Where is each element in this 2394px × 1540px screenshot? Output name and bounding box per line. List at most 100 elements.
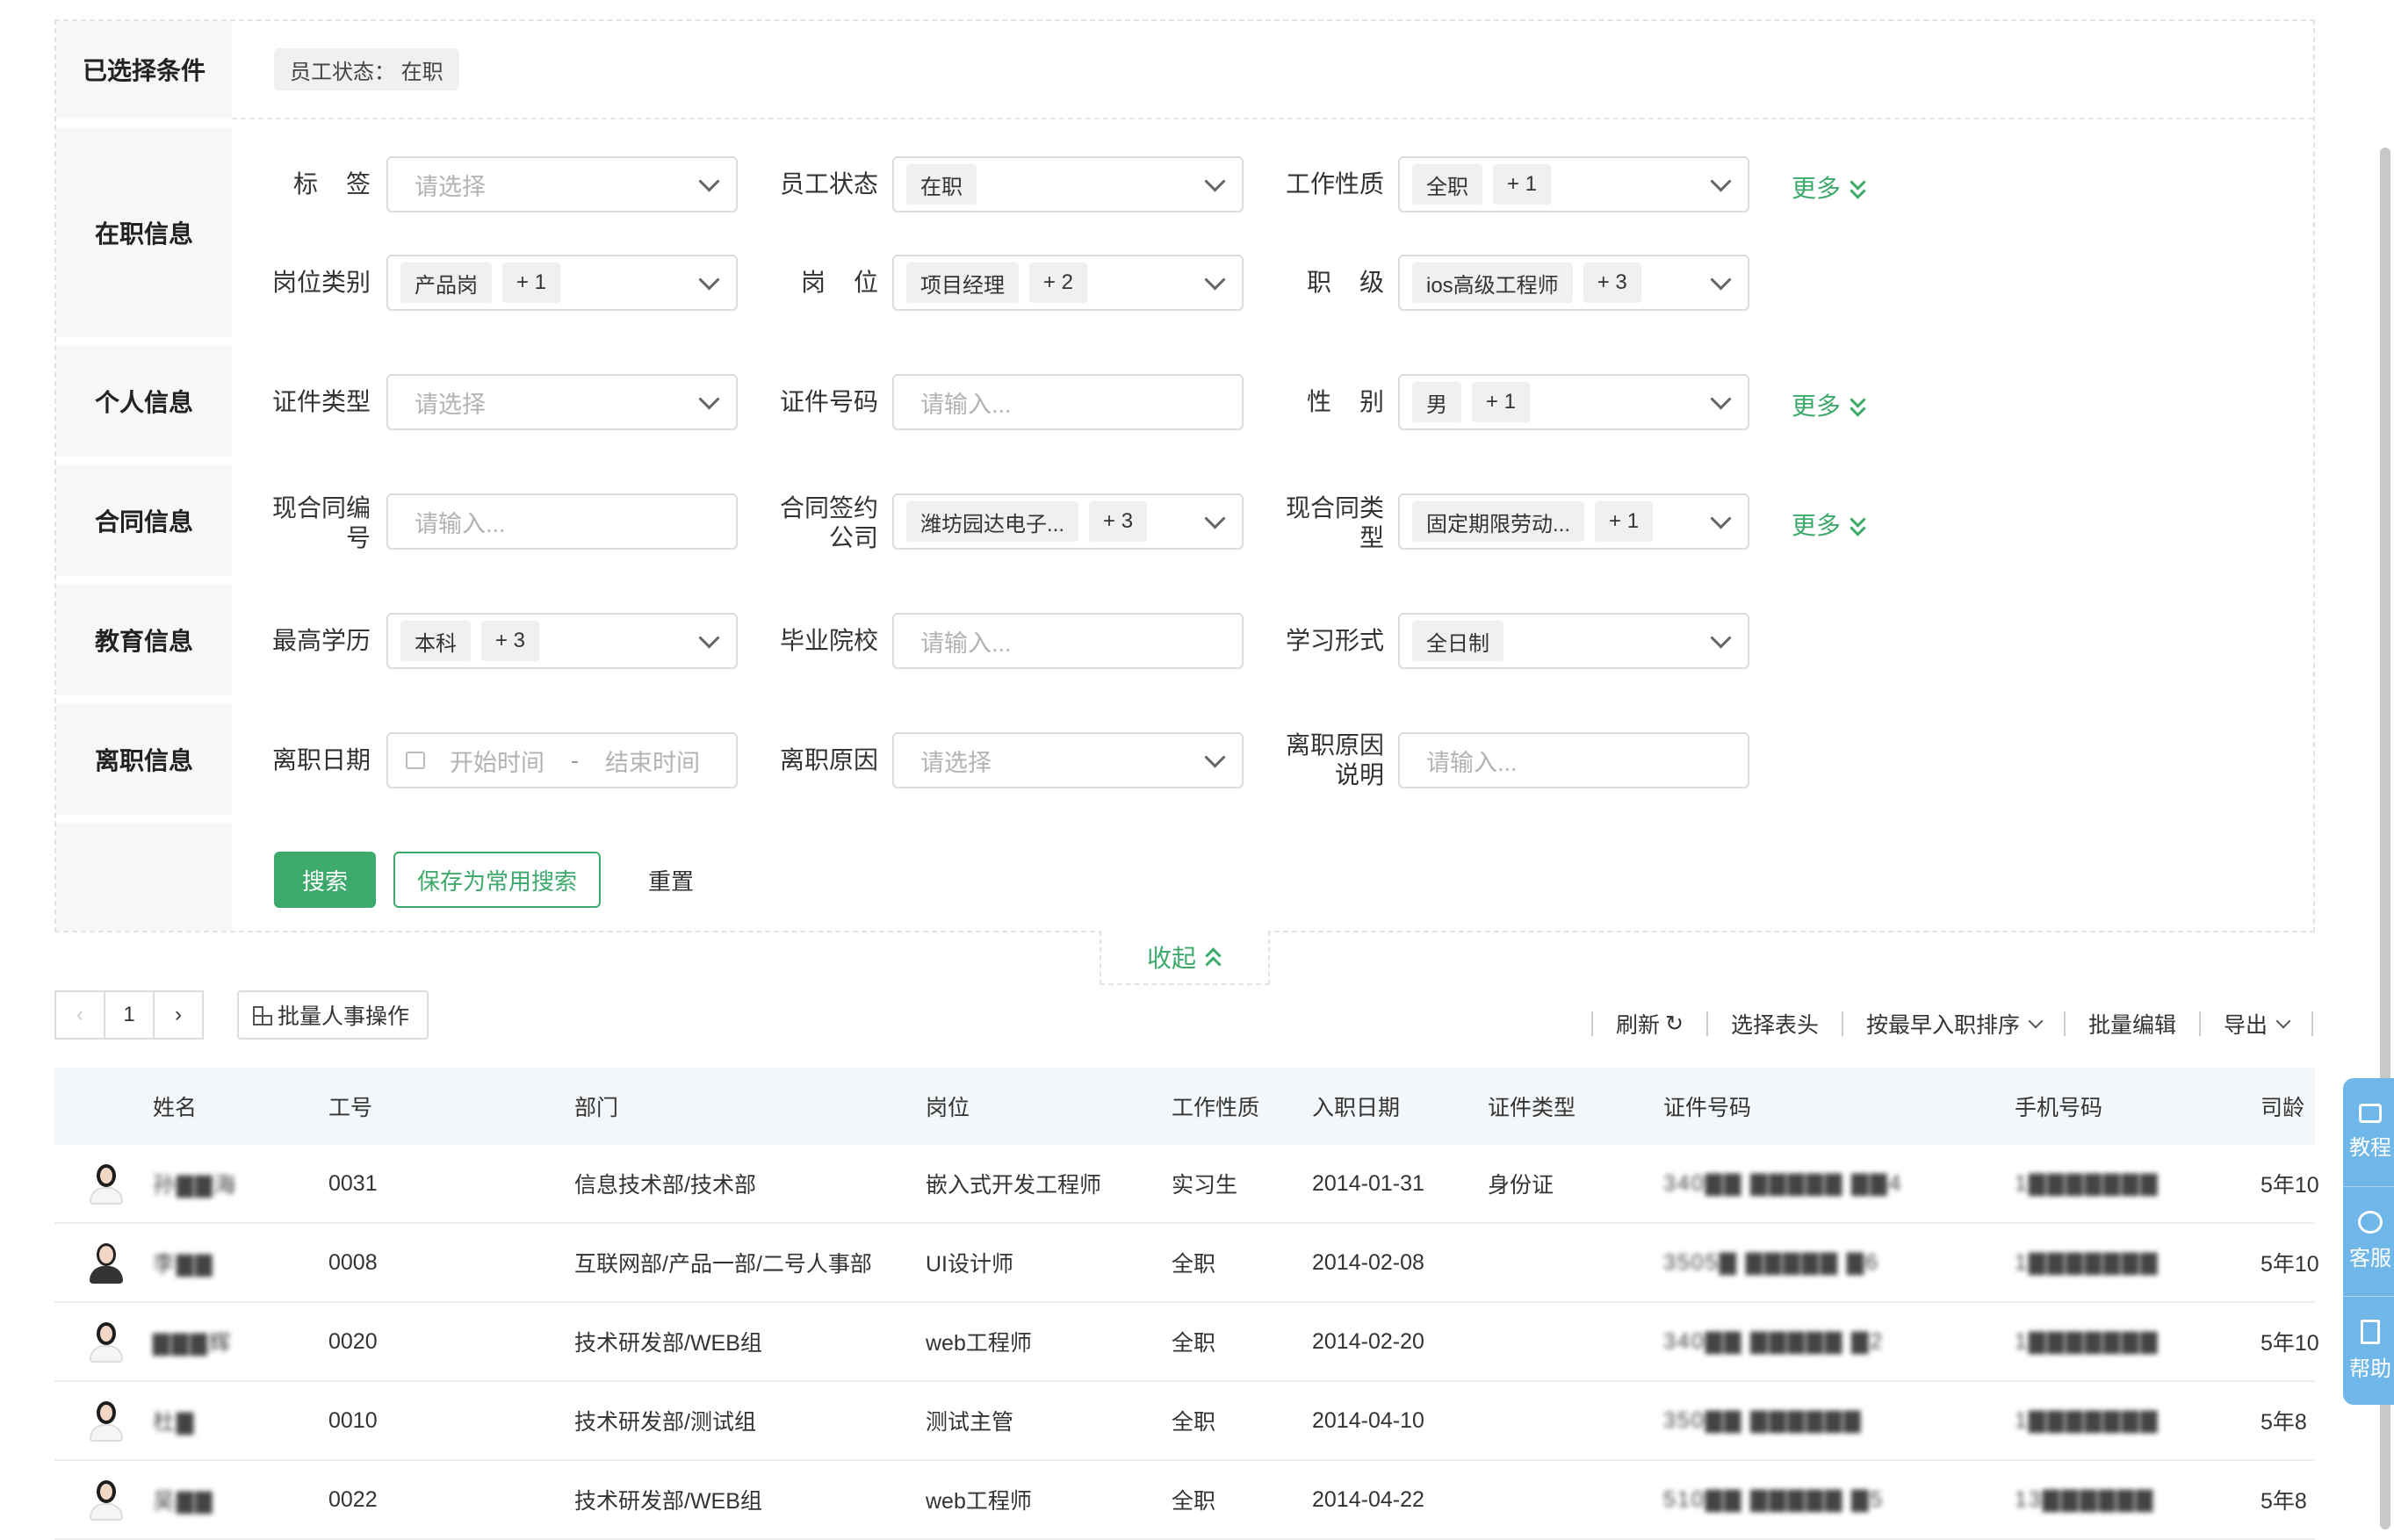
chevron-down-icon xyxy=(698,388,720,410)
help-button[interactable]: 帮助 xyxy=(2343,1297,2394,1405)
nature-select[interactable]: 全职 + 1 xyxy=(1398,156,1749,212)
post-select[interactable]: 项目经理 + 2 xyxy=(892,255,1244,311)
chevron-down-icon xyxy=(1710,507,1732,529)
col-id-type[interactable]: 证件类型 xyxy=(1488,1068,1576,1145)
id-type-select[interactable]: 请选择 xyxy=(386,374,738,430)
avatar xyxy=(90,1241,123,1284)
table-row[interactable]: 李▇▇ 0008 互联网部/产品一部/二号人事部 UI设计师 全职 2014-0… xyxy=(54,1224,2319,1303)
school-label: 毕业院校 xyxy=(779,627,878,654)
batch-edit-button[interactable]: 批量编辑 xyxy=(2088,1008,2176,1040)
cell-no: 0008 xyxy=(328,1249,378,1275)
leave-note-input[interactable]: 请输入... xyxy=(1398,732,1749,788)
nature-tag: 全职 xyxy=(1412,164,1482,205)
cell-phone: 1▇▇▇▇▇▇▇ xyxy=(2015,1408,2160,1433)
cell-name[interactable]: ▇▇▇辉 xyxy=(153,1303,233,1380)
sort-label: 按最早入职排序 xyxy=(1865,1013,2020,1038)
tag-label: 标签 xyxy=(292,170,399,198)
selected-condition-chip[interactable]: 员工状态： 在职 xyxy=(274,48,459,90)
cell-id-no: 350▇▇ ▇▇▇▇▇▇ xyxy=(1663,1408,1863,1433)
cell-name[interactable]: 李▇▇ xyxy=(153,1224,213,1301)
school-input[interactable]: 请输入... xyxy=(892,613,1244,669)
cell-name[interactable]: 孙▇▇海 xyxy=(153,1145,237,1222)
chevron-down-icon xyxy=(698,170,720,192)
chevron-down-icon xyxy=(1710,388,1732,410)
bulk-hr-label: 批量人事操作 xyxy=(278,1004,410,1029)
col-id-no[interactable]: 证件号码 xyxy=(1663,1068,1751,1145)
more-job-link[interactable]: 更多 xyxy=(1792,169,1867,205)
cell-name[interactable]: 杜▇ xyxy=(153,1382,195,1459)
cell-nature: 全职 xyxy=(1172,1489,1216,1514)
section-job-info: 在职信息 xyxy=(56,128,232,337)
tutorial-button[interactable]: 教程 xyxy=(2343,1078,2394,1188)
leave-reason-placeholder: 请选择 xyxy=(920,749,991,776)
study-form-select[interactable]: 全日制 xyxy=(1398,613,1749,669)
table-row[interactable]: 吴▇▇ 0022 技术研发部/WEB组 web工程师 全职 2014-04-22… xyxy=(54,1461,2315,1540)
id-type-label: 证件类型 xyxy=(271,388,371,415)
leave-date-range[interactable]: 开始时间 - 结束时间 xyxy=(386,732,738,788)
contract-company-select[interactable]: 潍坊园达电子... + 3 xyxy=(892,493,1244,550)
customer-service-button[interactable]: 客服 xyxy=(2343,1187,2394,1297)
leave-reason-select[interactable]: 请选择 xyxy=(892,732,1244,788)
section-leave-info: 离职信息 xyxy=(56,704,232,815)
cell-dept: 技术研发部/WEB组 xyxy=(574,1489,762,1514)
avatar xyxy=(90,1479,123,1521)
refresh-button[interactable]: 刷新 ↻ xyxy=(1616,1008,1684,1040)
collapse-button[interactable]: 收起 xyxy=(1100,931,1270,985)
table-row[interactable]: 杜▇ 0010 技术研发部/测试组 测试主管 全职 2014-04-10 350… xyxy=(54,1382,2315,1461)
gender-select[interactable]: 男 + 1 xyxy=(1398,374,1749,430)
sort-dropdown[interactable]: 按最早入职排序 xyxy=(1865,1008,2044,1040)
prev-page-button[interactable]: ‹ xyxy=(54,990,105,1040)
export-label: 导出 xyxy=(2223,1013,2268,1038)
cell-tenure: 5年8 xyxy=(2261,1489,2307,1514)
degree-tag: 本科 xyxy=(400,621,471,661)
cell-name[interactable]: 吴▇▇ xyxy=(153,1461,213,1538)
export-dropdown[interactable]: 导出 xyxy=(2223,1008,2291,1040)
leave-reason-label: 离职原因 xyxy=(779,746,878,774)
contract-type-select[interactable]: 固定期限劳动... + 1 xyxy=(1398,493,1749,550)
table-row[interactable]: ▇▇▇辉 0020 技术研发部/WEB组 web工程师 全职 2014-02-2… xyxy=(54,1303,2319,1382)
school-placeholder: 请输入... xyxy=(920,630,1012,657)
contract-no-label: 现合同编号 xyxy=(271,494,371,551)
col-post[interactable]: 岗位 xyxy=(926,1068,970,1145)
cell-phone: 1▇▇▇▇▇▇▇ xyxy=(2015,1329,2160,1354)
double-chevron-up-icon xyxy=(1205,946,1222,973)
more-contract-link[interactable]: 更多 xyxy=(1792,507,1867,542)
divider xyxy=(1590,1011,1593,1036)
table-toolbar: 刷新 ↻ 选择表头 按最早入职排序 批量编辑 导出 xyxy=(1568,1008,2313,1040)
select-columns-button[interactable]: 选择表头 xyxy=(1731,1008,1819,1040)
col-phone[interactable]: 手机号码 xyxy=(2015,1068,2102,1145)
bulk-hr-button[interactable]: 批量人事操作 xyxy=(237,990,429,1040)
avatar xyxy=(90,1400,123,1442)
cell-no: 0010 xyxy=(328,1407,378,1433)
chevron-down-icon xyxy=(1204,269,1226,291)
avatar xyxy=(90,1321,123,1363)
search-button[interactable]: 搜索 xyxy=(274,852,376,908)
next-page-button[interactable]: › xyxy=(153,990,204,1040)
rank-select[interactable]: ios高级工程师 + 3 xyxy=(1398,255,1749,311)
table-row[interactable]: 孙▇▇海 0031 信息技术部/技术部 嵌入式开发工程师 实习生 2014-01… xyxy=(54,1145,2319,1224)
contract-no-input[interactable]: 请输入... xyxy=(386,493,738,550)
reset-button[interactable]: 重置 xyxy=(648,852,694,908)
col-name[interactable]: 姓名 xyxy=(153,1068,197,1145)
id-no-input[interactable]: 请输入... xyxy=(892,374,1244,430)
leave-note-label: 离职原因 说明 xyxy=(1285,731,1384,788)
post-more-count: + 2 xyxy=(1029,263,1088,303)
col-date[interactable]: 入职日期 xyxy=(1312,1068,1400,1145)
gender-more-count: + 1 xyxy=(1472,382,1531,422)
divider xyxy=(2198,1011,2201,1036)
cell-tenure: 5年8 xyxy=(2261,1410,2307,1435)
status-select[interactable]: 在职 xyxy=(892,156,1244,212)
save-search-button[interactable]: 保存为常用搜索 xyxy=(393,852,601,908)
col-nature[interactable]: 工作性质 xyxy=(1172,1068,1259,1145)
post-type-select[interactable]: 产品岗 + 1 xyxy=(386,255,738,311)
page-number[interactable]: 1 xyxy=(104,990,155,1040)
tag-select[interactable]: 请选择 xyxy=(386,156,738,212)
divider xyxy=(232,118,2313,119)
help-label: 帮助 xyxy=(2349,1356,2391,1381)
col-no[interactable]: 工号 xyxy=(328,1068,372,1145)
col-dept[interactable]: 部门 xyxy=(574,1068,618,1145)
more-personal-link[interactable]: 更多 xyxy=(1792,387,1867,422)
col-tenure[interactable]: 司龄 xyxy=(2261,1068,2304,1145)
degree-select[interactable]: 本科 + 3 xyxy=(386,613,738,669)
collapse-label: 收起 xyxy=(1146,945,1196,972)
